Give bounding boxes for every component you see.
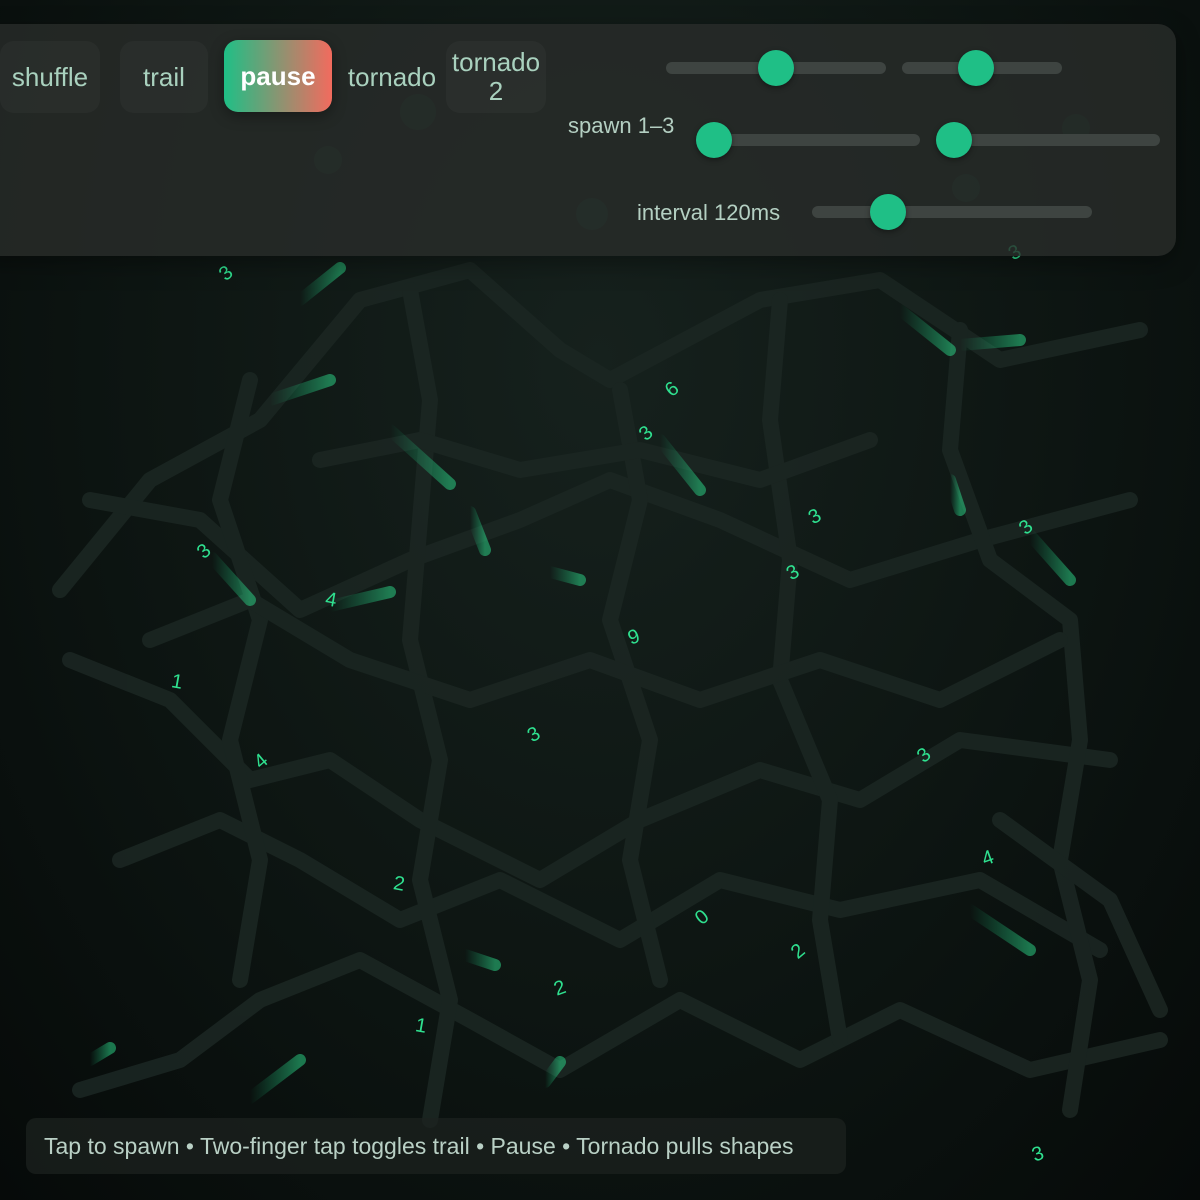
spawn-min-slider[interactable]: [695, 122, 920, 158]
shape-glyph: 3: [805, 504, 826, 529]
shape-glyph: 2: [551, 976, 569, 1000]
top-left-slider-thumb[interactable]: [758, 50, 794, 86]
shape-streak: [544, 566, 586, 586]
shape-streak: [1024, 529, 1076, 586]
shape-glyph: 3: [215, 261, 238, 285]
trail-button[interactable]: trail: [120, 41, 208, 113]
top-right-slider-thumb[interactable]: [957, 50, 994, 86]
shape-glyph: 2: [787, 939, 810, 963]
shape-glyph: 3: [1029, 1142, 1047, 1166]
top-right-slider[interactable]: [902, 50, 1062, 86]
spawn-min-slider-thumb[interactable]: [695, 122, 732, 158]
interval-label: interval 120ms: [637, 200, 781, 225]
shape-streak: [459, 949, 501, 971]
shape-glyph: 1: [170, 670, 185, 694]
tornado-2-button[interactable]: tornado 2: [446, 41, 546, 113]
shape-glyph: 0: [691, 905, 714, 929]
top-left-slider[interactable]: [666, 50, 886, 86]
spawn-max-slider-thumb[interactable]: [935, 122, 972, 158]
shape-streak: [84, 1042, 116, 1066]
pause-button[interactable]: pause: [224, 40, 332, 112]
spawn-max-slider[interactable]: [935, 122, 1160, 158]
interval-slider[interactable]: [812, 194, 1092, 230]
shape-streak: [294, 262, 346, 306]
shape-glyph: 4: [979, 846, 997, 870]
control-panel: shuffle trail pause tornado tornado 2 sp…: [0, 24, 1176, 256]
tornado-button[interactable]: tornado: [342, 41, 442, 113]
shape-streak: [244, 1054, 306, 1104]
shape-streak: [964, 904, 1036, 956]
shape-glyph: 3: [524, 722, 545, 747]
shape-glyph: 2: [392, 872, 407, 896]
trail-layer: [52, 262, 1168, 1128]
shape-streak: [954, 334, 1026, 351]
shape-glyph: 3: [635, 421, 658, 445]
interval-slider-thumb[interactable]: [869, 194, 906, 230]
shape-glyph: 6: [661, 377, 684, 401]
spawn-label: spawn 1–3: [568, 113, 675, 138]
hint-text: Tap to spawn • Two-finger tap toggles tr…: [44, 1132, 794, 1159]
hint-bar: Tap to spawn • Two-finger tap toggles tr…: [26, 1118, 846, 1174]
shape-glyph: 9: [625, 625, 643, 649]
shuffle-button[interactable]: shuffle: [0, 41, 100, 113]
shape-glyph: 1: [414, 1014, 429, 1038]
